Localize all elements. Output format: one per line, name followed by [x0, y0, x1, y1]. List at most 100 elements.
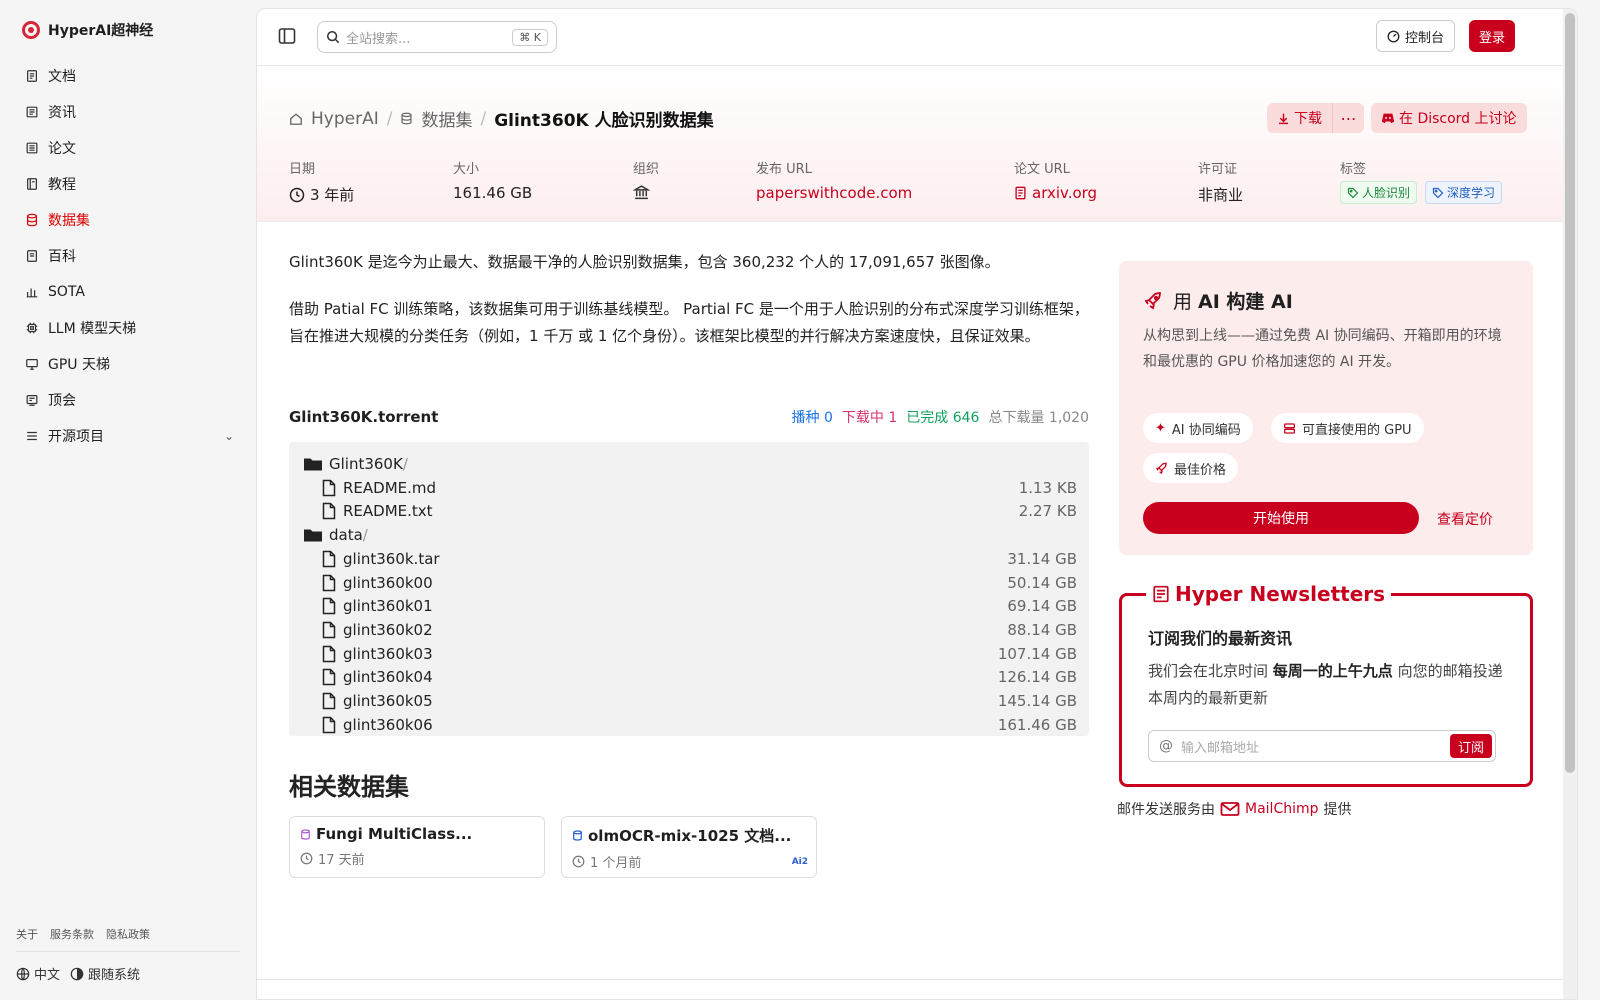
paper-url-text: arxiv.org	[1032, 184, 1098, 202]
file-row[interactable]: glint360k05 145.14 GB	[289, 689, 1089, 713]
dataset-header: HyperAI / 数据集 / Glint360K 人脸识别数据集 下载 ⋯ 在…	[257, 66, 1565, 222]
file-row[interactable]: README.txt 2.27 KB	[289, 499, 1089, 523]
publish-url-link[interactable]: paperswithcode.com	[756, 184, 912, 202]
download-label: 下载	[1294, 111, 1322, 127]
server-icon	[1283, 422, 1296, 434]
language-switch[interactable]: 中文	[16, 964, 60, 983]
sidebar-item-monitor[interactable]: GPU 天梯	[22, 346, 240, 382]
sidebar-item-cpu[interactable]: LLM 模型天梯	[22, 310, 240, 346]
file-name: glint360k02	[343, 620, 433, 639]
file-row[interactable]: glint360k06 161.46 GB	[289, 713, 1089, 736]
footer-privacy-link[interactable]: 隐私政策	[106, 926, 150, 942]
meta-license-label: 许可证	[1198, 162, 1238, 177]
download-button[interactable]: 下载	[1267, 103, 1332, 133]
sidebar-item-wiki[interactable]: 百科	[22, 238, 240, 274]
footer-divider	[16, 951, 240, 952]
news-icon	[25, 105, 39, 119]
sidebar-item-paper[interactable]: 论文	[22, 130, 240, 166]
scrollbar[interactable]	[1563, 9, 1577, 999]
meta-org: 组织	[633, 158, 659, 201]
database-icon	[301, 828, 310, 840]
meta-license: 许可证 非商业	[1198, 158, 1243, 205]
folder-row[interactable]: data/	[289, 523, 1089, 547]
file-name: data/	[329, 526, 368, 545]
scrollbar-thumb[interactable]	[1565, 13, 1575, 773]
meta-size-value: 161.46 GB	[453, 184, 533, 202]
description-paragraph: 借助 Patial FC 训练策略，该数据集可用于训练基线模型。 Partial…	[289, 300, 1089, 345]
view-pricing-link[interactable]: 查看定价	[1437, 509, 1493, 529]
file-icon	[322, 597, 336, 615]
file-row[interactable]: glint360k01 69.14 GB	[289, 594, 1089, 618]
sidebar-toggle-icon[interactable]	[277, 26, 297, 46]
bar-chart-icon	[25, 285, 39, 299]
clock-icon	[300, 852, 313, 865]
file-size: 107.14 GB	[997, 644, 1077, 663]
sparkle-icon: ✦	[1155, 420, 1166, 436]
list-icon	[25, 429, 39, 443]
sidebar-item-tutorial[interactable]: 教程	[22, 166, 240, 202]
sidebar-item-doc[interactable]: 文档	[22, 58, 240, 94]
sidebar-item-label: 开源项目	[48, 429, 104, 445]
file-row[interactable]: glint360k00 50.14 GB	[289, 571, 1089, 595]
get-started-button[interactable]: 开始使用	[1143, 502, 1419, 534]
related-datasets-title: 相关数据集	[289, 773, 409, 801]
email-field[interactable]: @ 输入邮箱地址 订阅	[1148, 730, 1496, 762]
file-size: 1.13 KB	[1018, 478, 1077, 497]
newsletter-box: Hyper Newsletters 订阅我们的最新资讯 我们会在北京时间 每周一…	[1119, 582, 1533, 787]
sidebar-item-news[interactable]: 资讯	[22, 94, 240, 130]
paper-url-link[interactable]: arxiv.org	[1014, 184, 1097, 202]
file-row[interactable]: glint360k04 126.14 GB	[289, 665, 1089, 689]
conference-icon	[25, 393, 39, 407]
meta-size: 大小 161.46 GB	[453, 158, 532, 202]
chevron-down-icon[interactable]: ⌄	[224, 429, 234, 443]
theme-switch[interactable]: 跟随系统	[70, 964, 140, 983]
newsletter-legend: Hyper Newsletters	[1146, 582, 1392, 606]
related-dataset-card[interactable]: olmOCR-mix-1025 文档... 1 个月前 Ai2	[561, 816, 817, 878]
torrent-stats: 播种 0 下载中 1 已完成 646 总下载量 1,020	[792, 407, 1089, 427]
file-row[interactable]: glint360k03 107.14 GB	[289, 642, 1089, 666]
login-button[interactable]: 登录	[1468, 20, 1515, 52]
meta-org-label: 组织	[633, 162, 660, 177]
file-icon	[322, 574, 336, 591]
footer-about-link[interactable]: 关于	[16, 926, 38, 942]
brand[interactable]: HyperAI超神经	[22, 20, 153, 40]
download-button-group: 下载 ⋯	[1267, 103, 1364, 133]
folder-row[interactable]: Glint360K/	[289, 452, 1089, 476]
sidebar-item-database[interactable]: 数据集	[22, 202, 240, 238]
subscribe-button[interactable]: 订阅	[1449, 734, 1492, 758]
tag-face-recognition[interactable]: 人脸识别	[1340, 181, 1418, 204]
main-panel: 全站搜索... ⌘ K 控制台 登录 HyperAI / 数据集 / Glint…	[256, 8, 1578, 1000]
footer-terms-link[interactable]: 服务条款	[50, 926, 94, 942]
newspaper-icon	[1153, 585, 1169, 603]
related-dataset-card[interactable]: Fungi MultiClass... 17 天前	[289, 816, 545, 878]
breadcrumb-separator: /	[480, 108, 487, 129]
file-size: 69.14 GB	[1007, 597, 1077, 616]
discord-button[interactable]: 在 Discord 上讨论	[1371, 103, 1527, 133]
sidebar-item-list[interactable]: 开源项目 ⌄	[22, 418, 240, 454]
mail-icon	[1220, 802, 1240, 816]
search-input[interactable]: 全站搜索... ⌘ K	[317, 21, 557, 53]
mailchimp-link[interactable]: MailChimp	[1245, 801, 1319, 817]
file-row[interactable]: README.md 1.13 KB	[289, 476, 1089, 500]
meta-date: 日期 3 年前	[289, 158, 354, 205]
downloading-count: 下载中 1	[841, 410, 898, 426]
feature-chip-price: 最佳价格	[1143, 453, 1239, 483]
file-size: 50.14 GB	[1007, 573, 1077, 592]
home-icon	[290, 112, 302, 125]
breadcrumb-section[interactable]: 数据集	[421, 106, 472, 131]
sidebar-item-bar-chart[interactable]: SOTA	[22, 274, 240, 310]
torrent-name: Glint360K.torrent	[289, 408, 439, 426]
more-options-icon[interactable]: ⋯	[1332, 103, 1364, 133]
tag-deep-learning[interactable]: 深度学习	[1425, 181, 1503, 204]
file-row[interactable]: glint360k02 88.14 GB	[289, 618, 1089, 642]
meta-license-value: 非商业	[1198, 186, 1244, 204]
breadcrumb-home[interactable]: HyperAI	[311, 109, 379, 129]
sidebar-nav: 文档 资讯 论文 教程 数据集 百科 SOTA LLM 模型天梯 GPU 天梯 顶会开源项目 ⌄	[22, 58, 240, 454]
torrent-file-list[interactable]: Glint360K/README.md 1.13 KB README.txt 2.27…	[289, 442, 1089, 736]
file-row[interactable]: glint360k.tar 31.14 GB	[289, 547, 1089, 571]
sidebar-item-conference[interactable]: 顶会	[22, 382, 240, 418]
file-icon	[322, 692, 336, 710]
file-icon	[322, 645, 336, 662]
console-button[interactable]: 控制台	[1375, 20, 1455, 52]
meta-publish-label: 发布 URL	[756, 162, 812, 177]
